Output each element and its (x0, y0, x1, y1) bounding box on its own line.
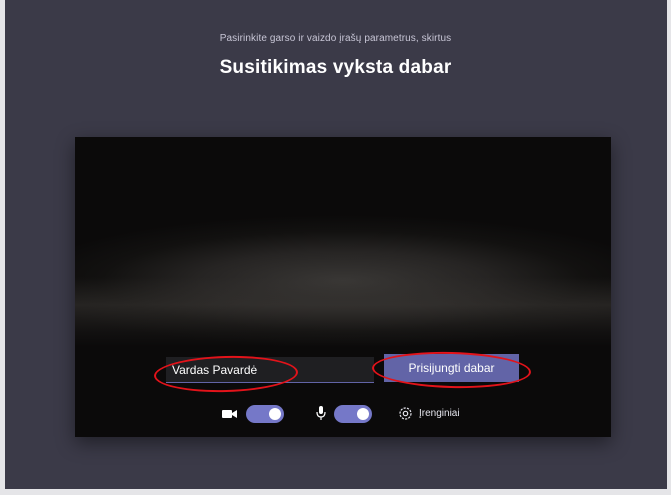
device-controls: Įrenginiai (0, 404, 671, 426)
camera-toggle-knob (269, 408, 281, 420)
video-preview (75, 137, 611, 437)
microphone-toggle[interactable] (334, 405, 372, 423)
video-camera-icon (222, 407, 238, 425)
page-title: Susitikimas vyksta dabar (219, 57, 452, 78)
microphone-toggle-knob (357, 408, 369, 420)
gear-icon[interactable] (398, 406, 413, 426)
microphone-icon (316, 406, 326, 426)
camera-toggle[interactable] (246, 405, 284, 423)
join-now-button[interactable]: Prisijungti dabar (384, 354, 519, 382)
name-input[interactable] (166, 357, 374, 383)
meeting-join-screen: Pasirinkite garso ir vaizdo įrašų parame… (0, 0, 671, 495)
page-subtitle: Pasirinkite garso ir vaizdo įrašų parame… (219, 33, 452, 44)
video-preview-floor (75, 277, 611, 347)
devices-link[interactable]: Įrenginiai (419, 408, 460, 419)
